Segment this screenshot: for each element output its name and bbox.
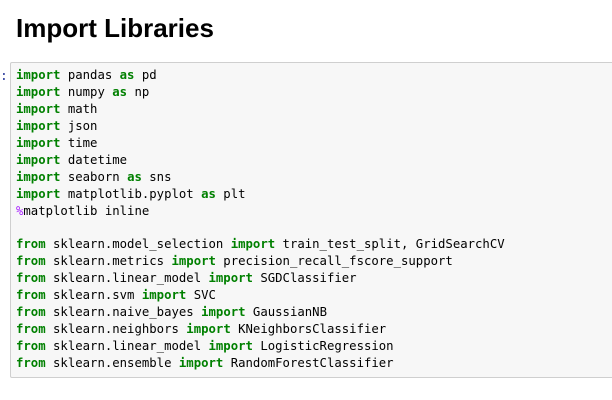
code-text: GaussianNB xyxy=(245,305,327,320)
code-keyword: import xyxy=(16,169,61,184)
code-line: import datetime xyxy=(16,152,505,169)
code-keyword: import xyxy=(16,135,61,150)
code-keyword: import xyxy=(16,186,61,201)
code-text: time xyxy=(60,135,98,150)
code-line: from sklearn.neighbors import KNeighbors… xyxy=(16,321,505,338)
code-line: from sklearn.linear_model import SGDClas… xyxy=(16,270,505,287)
code-line: from sklearn.ensemble import RandomFores… xyxy=(16,355,505,372)
cell-prompt: : xyxy=(0,69,8,84)
code-keyword: from xyxy=(16,305,46,320)
code-text: sklearn.neighbors xyxy=(45,322,187,337)
code-keyword: import xyxy=(178,355,224,370)
code-keyword: from xyxy=(16,254,46,269)
code-line: %matplotlib inline xyxy=(16,203,505,220)
code-keyword: as xyxy=(112,84,128,99)
code-text: sklearn.svm xyxy=(45,288,142,303)
code-keyword: import xyxy=(230,237,276,252)
code-text: KNeighborsClassifier xyxy=(230,322,387,337)
code-text: plt xyxy=(215,186,246,201)
code-text: SGDClassifier xyxy=(252,271,357,286)
code-keyword: import xyxy=(16,118,61,133)
code-keyword: from xyxy=(16,271,46,286)
code-keyword: import xyxy=(171,254,216,269)
code-line: import numpy as np xyxy=(16,84,505,101)
code-keyword: import xyxy=(16,68,61,82)
code-text: SVC xyxy=(186,288,216,303)
code-text: sklearn.naive_bayes xyxy=(45,305,202,320)
code-keyword: from xyxy=(16,339,46,353)
code-keyword: import xyxy=(16,152,61,167)
code-keyword: import xyxy=(201,305,246,320)
code-line: import matplotlib.pyplot as plt xyxy=(16,186,505,203)
code-keyword: from xyxy=(16,237,46,252)
code-keyword: import xyxy=(208,271,253,286)
code-text: train_test_split, GridSearchCV xyxy=(275,237,505,252)
code-keyword: from xyxy=(16,288,46,303)
code-line: from sklearn.model_selection import trai… xyxy=(16,236,505,253)
code-editor[interactable]: import pandas as pd import numpy as np imp… xyxy=(16,67,505,372)
code-line: import pandas as pd xyxy=(16,67,505,84)
code-text: pandas xyxy=(60,68,120,82)
code-keyword: import xyxy=(186,322,231,337)
code-line: from sklearn.naive_bayes import Gaussian… xyxy=(16,304,505,321)
section-heading: Import Libraries xyxy=(16,13,214,43)
code-keyword: import xyxy=(141,288,187,303)
code-text: np xyxy=(127,84,150,99)
code-line: import time xyxy=(16,135,505,152)
code-keyword: import xyxy=(208,339,253,353)
code-line: import seaborn as sns xyxy=(16,169,505,186)
code-keyword: from xyxy=(16,322,46,337)
code-text: matplotlib.pyplot xyxy=(60,186,202,201)
code-text: RandomForestClassifier xyxy=(223,355,394,370)
code-cell[interactable]: import pandas as pd import numpy as np imp… xyxy=(10,62,612,378)
code-text: json xyxy=(60,118,98,133)
code-text: sklearn.linear_model xyxy=(45,271,209,286)
code-text: sklearn.metrics xyxy=(45,254,172,269)
code-text: sklearn.linear_model xyxy=(45,339,209,353)
code-text: numpy xyxy=(60,84,113,99)
code-keyword: as xyxy=(119,68,135,82)
code-line: from sklearn.svm import SVC xyxy=(16,287,505,304)
code-text: sklearn.ensemble xyxy=(45,355,179,370)
code-text: precision_recall_fscore_support xyxy=(215,254,453,269)
code-text: math xyxy=(60,101,98,116)
code-keyword: import xyxy=(16,101,61,116)
code-keyword: as xyxy=(127,169,142,184)
code-text: sklearn.model_selection xyxy=(45,237,231,252)
code-line: import json xyxy=(16,118,505,135)
code-line: from sklearn.linear_model import Logisti… xyxy=(16,338,505,355)
code-keyword: from xyxy=(16,355,46,370)
code-text: pd xyxy=(134,68,157,82)
code-keyword: import xyxy=(16,84,61,99)
code-text: matplotlib inline xyxy=(23,203,150,218)
code-line: import math xyxy=(16,101,505,118)
code-text: sns xyxy=(141,169,172,184)
code-text: LogisticRegression xyxy=(252,339,394,353)
code-text: datetime xyxy=(60,152,128,167)
code-keyword: as xyxy=(201,186,216,201)
code-line: from sklearn.metrics import precision_re… xyxy=(16,253,505,270)
code-text: seaborn xyxy=(60,169,128,184)
